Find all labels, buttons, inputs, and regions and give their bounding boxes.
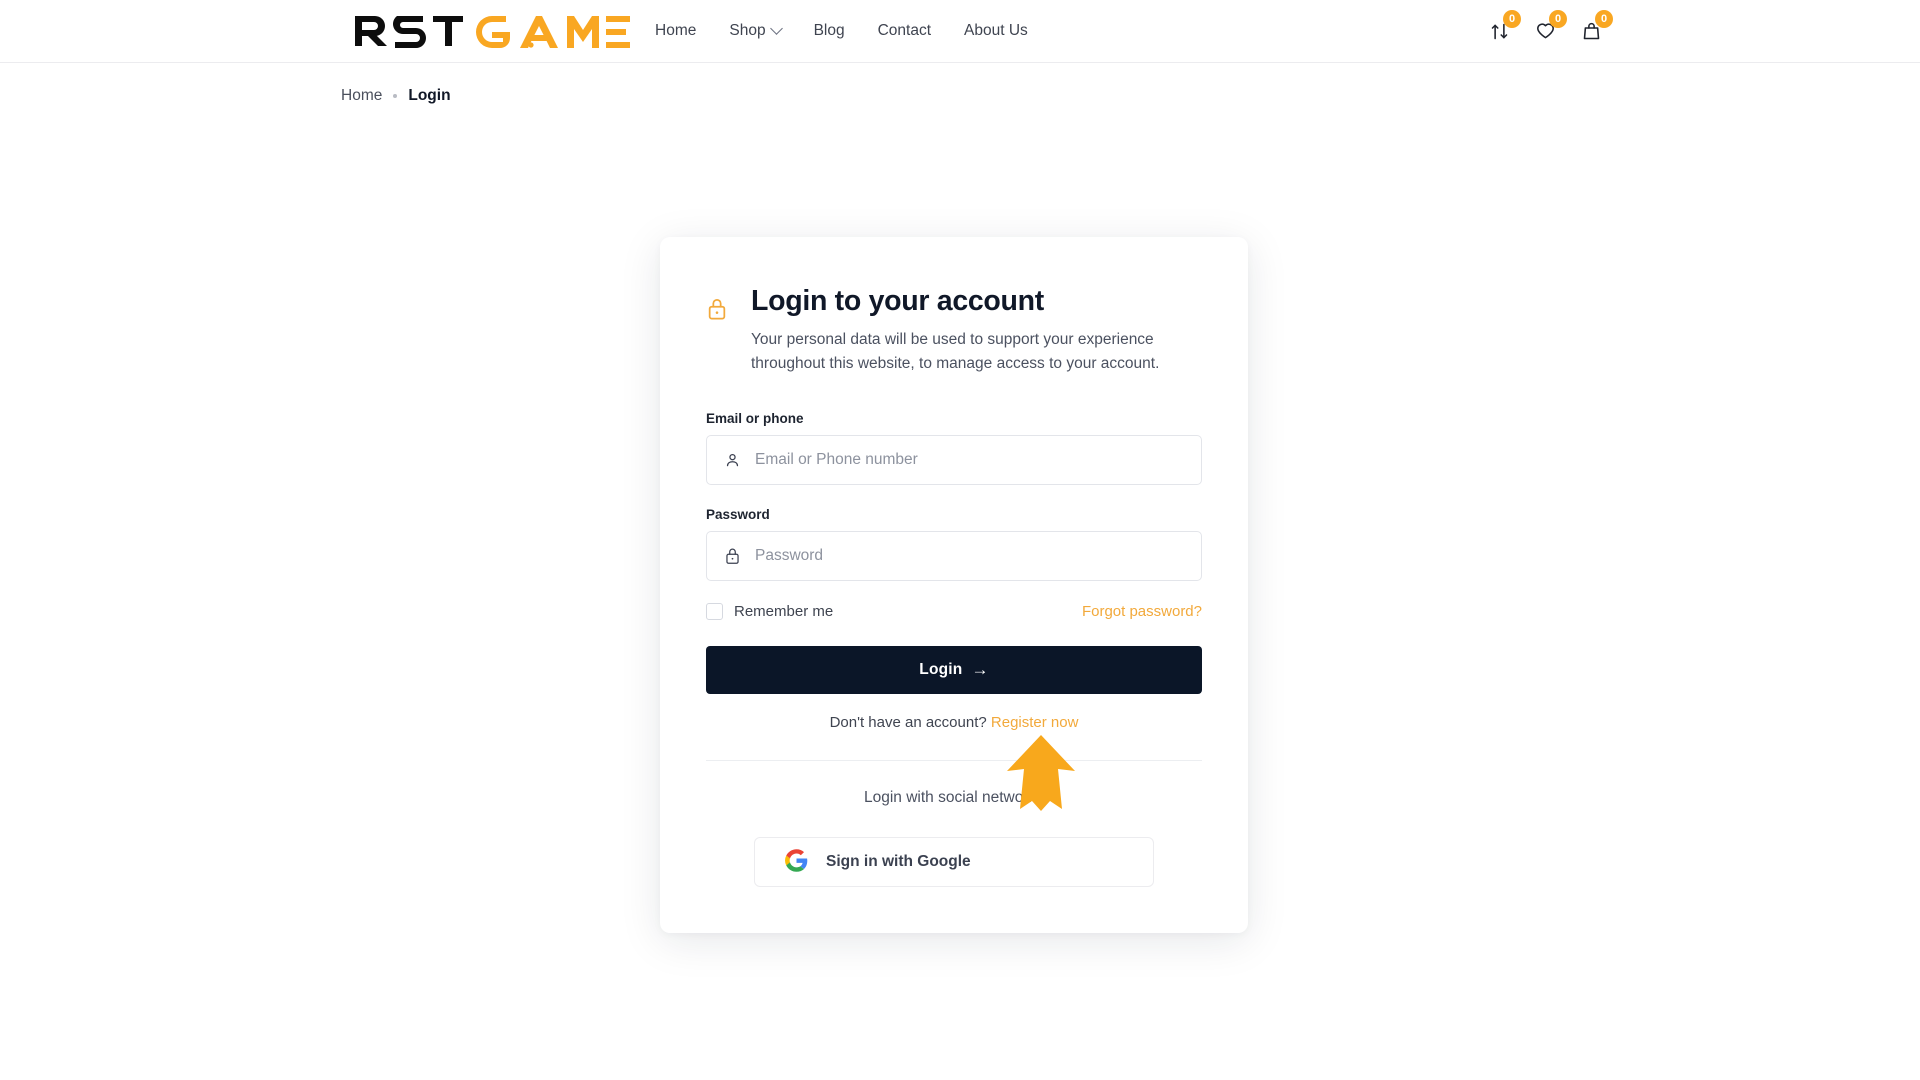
register-prompt-text: Don't have an account? [829,713,987,731]
google-signin-button[interactable]: Sign in with Google [754,836,1154,887]
compare-count-badge: 0 [1503,10,1521,28]
site-logo[interactable]: RST GAMER [353,14,631,48]
wishlist-count-badge: 0 [1549,10,1567,28]
section-divider [706,759,1202,761]
breadcrumb-separator-icon [393,94,398,98]
site-header: RST GAMER Home Shop [0,0,1920,63]
login-card-description: Your personal data will be used to suppo… [751,330,1160,373]
nav-label: About Us [964,22,1028,39]
forgot-password-link[interactable]: Forgot password? [1082,603,1202,620]
nav-item-blog[interactable]: Blog [814,22,845,40]
arrow-right-icon: → [971,660,989,680]
register-prompt-row: Don't have an account? Register now [706,714,1202,731]
lock-icon [724,547,741,565]
nav-item-home[interactable]: Home [655,22,696,40]
breadcrumb-item-login: Login [408,87,451,104]
wishlist-button[interactable]: 0 [1532,10,1567,44]
google-g-icon [785,848,808,875]
nav-item-contact[interactable]: Contact [878,22,931,40]
chevron-down-icon [769,21,783,35]
nav-item-shop[interactable]: Shop [729,21,783,40]
nav-item-about-us[interactable]: About Us [964,22,1028,40]
login-card: Login to your account Your personal data… [660,237,1248,933]
remember-me-toggle[interactable]: Remember me [706,602,834,620]
login-card-header: Login to your account Your personal data… [706,285,1202,377]
user-icon [724,451,741,468]
nav-label: Contact [877,22,932,39]
password-input[interactable] [755,531,1201,580]
remember-me-label: Remember me [734,602,834,620]
social-login-title: Login with social networks [863,788,1045,806]
compare-button[interactable]: 0 [1486,10,1521,44]
page-title: Login to your account [751,285,1044,317]
register-now-link[interactable]: Register now [991,714,1079,731]
cart-button[interactable]: 0 [1578,10,1613,44]
logo-wordmark-icon [355,16,630,48]
email-input-wrapper[interactable] [706,434,1202,485]
nav-label: Home [655,22,697,39]
breadcrumb: Home Login [341,87,451,105]
header-actions: 0 0 0 [1486,10,1613,44]
google-signin-label: Sign in with Google [826,852,971,870]
nav-label: Blog [813,22,845,39]
login-button-label: Login [919,660,963,678]
remember-me-checkbox[interactable] [706,602,723,620]
nav-label: Shop [729,22,766,39]
email-field-label: Email or phone [706,410,804,426]
password-input-wrapper[interactable] [706,530,1202,581]
password-field-label: Password [706,506,770,522]
email-input[interactable] [755,435,1201,484]
breadcrumb-item-home[interactable]: Home [341,87,382,105]
login-submit-button[interactable]: Login → [706,645,1202,694]
cart-count-badge: 0 [1595,10,1613,28]
lock-icon [706,297,728,321]
main-navigation: Home Shop Blog Contact About Us [655,21,1028,40]
login-options-row: Remember me Forgot password? [706,602,1202,620]
